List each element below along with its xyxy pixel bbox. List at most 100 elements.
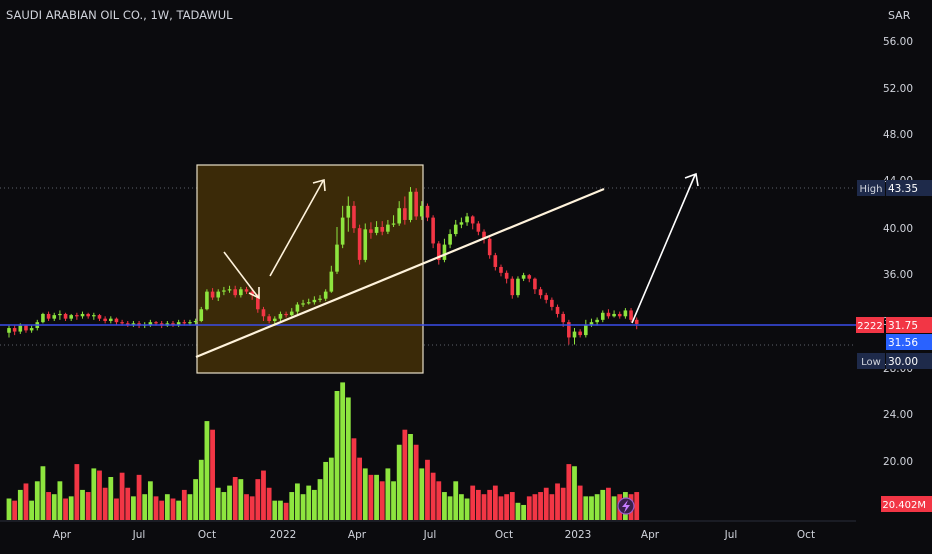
volume-bar[interactable] xyxy=(210,429,215,520)
volume-bar[interactable] xyxy=(555,483,560,520)
candle-body[interactable] xyxy=(448,234,452,245)
volume-bar[interactable] xyxy=(419,468,425,520)
volume-bar[interactable] xyxy=(311,489,317,520)
volume-bar[interactable] xyxy=(119,472,125,520)
candle-body[interactable] xyxy=(63,313,68,319)
volume-bar[interactable] xyxy=(51,494,57,520)
candle-body[interactable] xyxy=(103,318,107,321)
volume-bar[interactable] xyxy=(436,481,442,520)
candle-body[interactable] xyxy=(335,244,339,272)
candle-body[interactable] xyxy=(391,223,396,225)
volume-bar[interactable] xyxy=(17,489,23,520)
candle-body[interactable] xyxy=(561,313,565,323)
volume-bar[interactable] xyxy=(198,459,204,520)
volume-bar[interactable] xyxy=(464,498,470,521)
volume-bar[interactable] xyxy=(164,494,170,520)
candle-body[interactable] xyxy=(12,328,17,332)
volume-bar[interactable] xyxy=(266,487,272,520)
candle-body[interactable] xyxy=(120,322,124,324)
volume-bar[interactable] xyxy=(232,477,238,520)
volume-bar[interactable] xyxy=(63,498,68,521)
volume-bar[interactable] xyxy=(470,485,476,520)
volume-bar[interactable] xyxy=(583,496,589,520)
candle-body[interactable] xyxy=(516,278,520,296)
candle-body[interactable] xyxy=(499,266,503,273)
volume-bar[interactable] xyxy=(255,479,261,520)
volume-bar[interactable] xyxy=(459,494,464,520)
volume-bar[interactable] xyxy=(147,481,153,520)
candle-body[interactable] xyxy=(80,313,85,317)
volume-bar[interactable] xyxy=(12,500,18,520)
candle-body[interactable] xyxy=(572,331,577,338)
volume-bar[interactable] xyxy=(634,492,640,520)
candle-body[interactable] xyxy=(188,322,192,324)
volume-bar[interactable] xyxy=(509,492,515,520)
volume-bar[interactable] xyxy=(566,464,572,520)
volume-bar[interactable] xyxy=(40,466,46,520)
volume-bar[interactable] xyxy=(204,421,210,520)
volume-bar[interactable] xyxy=(526,496,532,520)
candle-body[interactable] xyxy=(205,291,209,310)
candle-body[interactable] xyxy=(442,244,447,260)
candle-body[interactable] xyxy=(58,313,62,316)
candle-body[interactable] xyxy=(312,299,317,303)
volume-bar[interactable] xyxy=(600,489,606,520)
volume-bar[interactable] xyxy=(170,498,176,521)
volume-bar[interactable] xyxy=(362,468,368,520)
candle-body[interactable] xyxy=(346,205,351,218)
candle-body[interactable] xyxy=(550,299,554,307)
candle-body[interactable] xyxy=(176,322,181,325)
candle-body[interactable] xyxy=(606,312,611,317)
volume-bar[interactable] xyxy=(136,474,142,520)
candle-body[interactable] xyxy=(617,313,622,317)
volume-bar[interactable] xyxy=(560,487,566,520)
candle-body[interactable] xyxy=(493,255,498,267)
volume-bar[interactable] xyxy=(611,496,617,520)
volume-bar[interactable] xyxy=(379,481,385,520)
candle-body[interactable] xyxy=(527,275,532,279)
volume-bar[interactable] xyxy=(29,500,35,520)
candle-body[interactable] xyxy=(369,229,373,233)
volume-bar[interactable] xyxy=(543,487,549,520)
candle-body[interactable] xyxy=(453,224,458,235)
volume-bar[interactable] xyxy=(345,397,351,520)
volume-bar[interactable] xyxy=(34,481,40,520)
volume-bar[interactable] xyxy=(215,487,221,520)
candle-body[interactable] xyxy=(222,290,226,292)
volume-bar[interactable] xyxy=(131,496,136,520)
volume-bar[interactable] xyxy=(91,468,97,520)
candle-body[interactable] xyxy=(363,229,368,260)
candle-body[interactable] xyxy=(533,278,537,290)
volume-bar[interactable] xyxy=(498,496,504,520)
volume-bar[interactable] xyxy=(391,481,396,520)
volume-bar[interactable] xyxy=(142,494,148,520)
volume-bar[interactable] xyxy=(572,466,577,520)
candle-body[interactable] xyxy=(233,289,237,296)
candle-body[interactable] xyxy=(425,205,430,218)
candle-body[interactable] xyxy=(41,313,45,323)
volume-bar[interactable] xyxy=(532,494,538,520)
volume-bar[interactable] xyxy=(244,494,249,520)
candle-body[interactable] xyxy=(403,208,407,220)
candle-body[interactable] xyxy=(92,315,96,317)
volume-bar[interactable] xyxy=(549,494,555,520)
price-chart[interactable]: SAUDI ARABIAN OIL CO., 1W, TADAWUL SAR 1… xyxy=(0,0,932,550)
volume-bar[interactable] xyxy=(159,500,165,520)
volume-bar[interactable] xyxy=(238,479,244,520)
volume-bar[interactable] xyxy=(430,472,436,520)
candle-body[interactable] xyxy=(623,310,628,317)
candle-body[interactable] xyxy=(7,328,11,333)
candle-body[interactable] xyxy=(24,325,28,331)
candle-body[interactable] xyxy=(86,313,90,317)
volume-bar[interactable] xyxy=(85,492,91,520)
volume-bar[interactable] xyxy=(447,496,453,520)
volume-bar[interactable] xyxy=(74,464,80,520)
candle-body[interactable] xyxy=(555,306,560,314)
candle-body[interactable] xyxy=(340,217,345,245)
candle-body[interactable] xyxy=(352,205,356,229)
candle-body[interactable] xyxy=(46,313,51,319)
candle-body[interactable] xyxy=(301,303,305,305)
volume-bar[interactable] xyxy=(295,483,300,520)
candle-body[interactable] xyxy=(114,318,119,323)
volume-bar[interactable] xyxy=(368,474,374,520)
